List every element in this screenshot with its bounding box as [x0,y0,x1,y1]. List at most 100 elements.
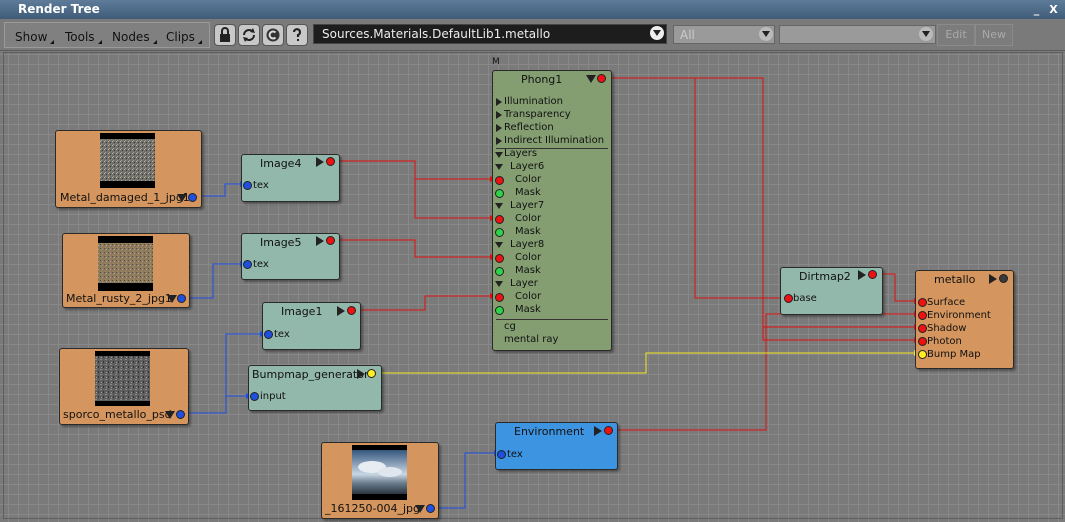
environment-node[interactable]: Environment tex [495,422,618,470]
output-port[interactable] [597,74,606,83]
clip-output-port[interactable] [177,294,186,303]
clip-output-port[interactable] [176,410,185,419]
wire-image4-to-layer6 [333,160,496,180]
expand-icon[interactable] [594,426,602,436]
expand-icon[interactable] [415,505,425,513]
clip-thumbnail [95,351,150,406]
wire-image1-to-layer [354,295,496,311]
node-title: Environment [514,425,585,438]
group-transparency[interactable]: Transparency [504,109,571,120]
node-title: Image5 [260,236,302,249]
expand-icon[interactable] [316,157,324,167]
dirtmap2-node[interactable]: Dirtmap2 base [780,267,883,315]
output-port[interactable] [347,306,356,315]
image4-node[interactable]: Image4 tex [241,154,340,202]
layer-mask-port[interactable] [495,189,504,198]
collapse-icon[interactable] [495,281,503,287]
image1-node[interactable]: Image1 tex [262,302,361,350]
expand-icon[interactable] [167,295,177,303]
node-title: Image4 [260,157,302,170]
group-indirect-illumination[interactable]: Indirect Illumination [504,135,604,146]
layer-mask-label: Mask [515,187,541,198]
renderer-mental-ray: mental ray [504,334,559,345]
layer-mask-port[interactable] [495,267,504,276]
group-reflection[interactable]: Reflection [504,122,554,133]
clip-title: _161250-004_jpg [325,502,420,515]
layer-color-port[interactable] [495,176,504,185]
input-port[interactable] [497,450,506,459]
expand-icon[interactable] [858,270,866,280]
bumpmap-generator-node[interactable]: Bumpmap_generator input [248,365,382,411]
clip-title: Metal_damaged_1_jpg1 [60,191,190,204]
input-port[interactable] [264,330,273,339]
output-port[interactable] [999,274,1008,283]
expand-icon[interactable] [496,98,502,106]
divider [496,319,608,320]
expand-icon[interactable] [177,194,187,202]
expand-icon[interactable] [496,137,502,145]
layer-name: Layer8 [510,239,545,250]
phong1-node[interactable]: Phong1 Illumination Transparency Reflect… [492,70,612,351]
input-port[interactable] [243,260,252,269]
expand-icon[interactable] [496,111,502,119]
clip-node-metal-damaged[interactable]: Metal_damaged_1_jpg1 [55,130,202,208]
layers-group[interactable]: Layers [504,148,537,159]
photon-port[interactable] [918,337,927,346]
clip-node-environment-image[interactable]: _161250-004_jpg [321,442,439,519]
collapse-icon[interactable] [495,164,503,170]
clip-output-port[interactable] [188,193,197,202]
output-port[interactable] [868,270,877,279]
output-port[interactable] [326,157,335,166]
expand-icon[interactable] [496,124,502,132]
input-port[interactable] [784,294,793,303]
output-port[interactable] [367,369,376,378]
shadow-port[interactable] [918,324,927,333]
layer-mask-port[interactable] [495,228,504,237]
layer-color-label: Color [515,252,542,263]
layer-color-label: Color [515,291,542,302]
port-label: tex [253,180,269,191]
layer-color-label: Color [515,213,542,224]
port-label: Bump Map [927,349,981,360]
port-label: base [793,293,817,304]
expand-icon[interactable] [165,411,175,419]
input-port[interactable] [243,181,252,190]
node-title: metallo [934,273,976,286]
input-port[interactable] [250,392,259,401]
layer-name: Layer [510,278,538,289]
clip-thumbnail [352,445,407,500]
expand-icon[interactable] [337,306,345,316]
clip-title: sporco_metallo_psd [63,408,172,421]
layer-mask-port[interactable] [495,306,504,315]
output-port[interactable] [604,426,613,435]
clip-node-metal-rusty[interactable]: Metal_rusty_2_jpg1 [62,233,190,308]
output-port[interactable] [326,236,335,245]
layer-color-port[interactable] [495,293,504,302]
clip-thumbnail [100,133,155,188]
bump-map-port[interactable] [918,350,927,359]
layer-color-port[interactable] [495,254,504,263]
expand-icon[interactable] [316,236,324,246]
render-tree-window: Render Tree _ X Show Tools Nodes Clips S… [0,0,1065,522]
metallo-material-node[interactable]: metallo Surface Environment Shadow Photo… [915,270,1014,369]
material-marker: M [492,57,500,67]
wire-bumpmap-to-bump [375,352,920,374]
collapse-icon[interactable] [495,203,503,209]
sky-photo-texture [352,450,407,494]
image5-node[interactable]: Image5 tex [241,233,340,280]
layer-name: Layer7 [510,200,545,211]
collapse-icon[interactable] [495,152,503,158]
layer-name: Layer6 [510,161,545,172]
collapse-icon[interactable] [495,242,503,248]
expand-icon[interactable] [586,75,596,83]
surface-port[interactable] [918,298,927,307]
clip-node-sporco-metallo[interactable]: sporco_metallo_psd [59,348,189,425]
group-illumination[interactable]: Illumination [504,96,563,107]
wire-phong-to-dirtmap [607,77,787,299]
expand-icon[interactable] [357,369,365,379]
metal-rusty-texture [98,243,153,283]
expand-icon[interactable] [989,274,997,284]
clip-output-port[interactable] [426,504,435,513]
layer-color-port[interactable] [495,215,504,224]
environment-port[interactable] [918,311,927,320]
